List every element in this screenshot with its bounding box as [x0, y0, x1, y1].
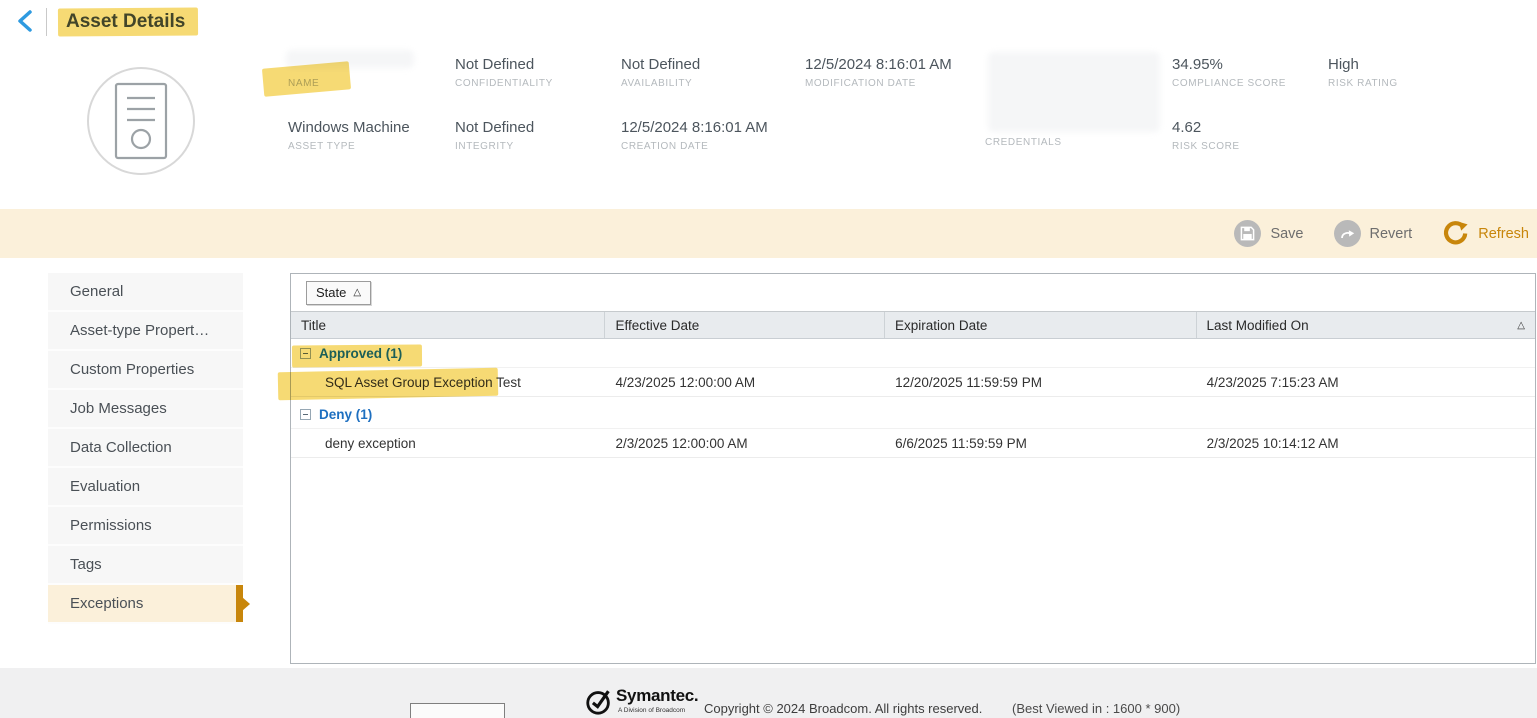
sidebar-item-exceptions[interactable]: Exceptions: [48, 585, 250, 624]
asset-details-sidebar: General Asset-type Propert… Custom Prope…: [48, 273, 250, 624]
collapse-group-icon[interactable]: [300, 347, 311, 359]
cell-last-modified-on: 4/23/2025 7:15:23 AM: [1206, 374, 1339, 390]
column-header-title[interactable]: Title: [291, 312, 606, 338]
sort-ascending-icon: △: [353, 286, 362, 298]
confidentiality-value: Not Defined: [455, 56, 535, 73]
sidebar-item-label: Exceptions: [70, 595, 144, 612]
risk-score-value: 4.62: [1172, 119, 1202, 136]
cutoff-element: [410, 703, 505, 718]
sidebar-item-label: Custom Properties: [70, 361, 195, 378]
sidebar-item-general[interactable]: General: [48, 273, 243, 312]
copyright-text: Copyright © 2024 Broadcom. All rights re…: [704, 701, 983, 716]
group-row-label: Approved (1): [319, 345, 403, 361]
cell-title: SQL Asset Group Exception Test: [325, 374, 521, 390]
modification-date-label: MODIFICATION DATE: [805, 78, 916, 89]
redacted-asset-name: [286, 50, 414, 68]
revert-button[interactable]: Revert: [1333, 220, 1413, 247]
availability-value: Not Defined: [621, 56, 701, 73]
exceptions-grid: State △ Title Effective Date Expiration …: [290, 273, 1536, 664]
sidebar-item-custom-properties[interactable]: Custom Properties: [48, 351, 243, 390]
cell-effective-date: 2/3/2025 12:00:00 AM: [615, 435, 748, 451]
sidebar-item-label: General: [70, 283, 124, 300]
symantec-logo: Symantec. A Division of Broadcom: [584, 686, 699, 718]
sidebar-item-data-collection[interactable]: Data Collection: [48, 429, 243, 468]
integrity-label: INTEGRITY: [455, 141, 514, 152]
page-title: Asset Details: [66, 11, 186, 32]
sidebar-item-permissions[interactable]: Permissions: [48, 507, 243, 546]
server-icon: [86, 67, 196, 180]
back-button[interactable]: [10, 8, 40, 38]
save-label: Save: [1270, 225, 1304, 242]
redacted-credentials: [988, 52, 1160, 132]
creation-date-label: CREATION DATE: [621, 141, 709, 152]
sidebar-item-label: Tags: [70, 556, 102, 573]
column-header-last-modified-on[interactable]: Last Modified On △: [1197, 312, 1535, 338]
asset-type-label: ASSET TYPE: [288, 141, 356, 152]
save-icon: [1234, 220, 1262, 247]
chevron-left-icon: [15, 9, 35, 38]
sidebar-item-asset-type-properties[interactable]: Asset-type Propert…: [48, 312, 243, 351]
refresh-button[interactable]: Refresh: [1442, 220, 1529, 247]
asset-details-screen: Asset Details NAME Windows Machine ASSET…: [0, 0, 1537, 718]
cell-expiration-date: 12/20/2025 11:59:59 PM: [895, 374, 1042, 390]
sort-ascending-icon: △: [1517, 319, 1525, 331]
confidentiality-label: CONFIDENTIALITY: [455, 78, 553, 89]
credentials-label: CREDENTIALS: [985, 137, 1062, 148]
sidebar-item-tags[interactable]: Tags: [48, 546, 243, 585]
group-row-approved[interactable]: Approved (1): [291, 339, 1535, 367]
sidebar-item-label: Data Collection: [70, 439, 172, 456]
risk-score-label: RISK SCORE: [1172, 141, 1240, 152]
group-row-label: Deny (1): [319, 406, 373, 422]
group-chip-label: State: [316, 284, 347, 300]
integrity-value: Not Defined: [455, 119, 535, 136]
grid-header-row: Title Effective Date Expiration Date Las…: [291, 312, 1535, 339]
creation-date-value: 12/5/2024 8:16:01 AM: [621, 119, 768, 136]
action-toolbar: Save Revert Refresh: [0, 209, 1537, 258]
exception-row-sql-asset-group-exception-test[interactable]: SQL Asset Group Exception Test 4/23/2025…: [291, 367, 1535, 397]
compliance-score-label: COMPLIANCE SCORE: [1172, 78, 1287, 89]
refresh-icon: [1442, 220, 1469, 247]
compliance-score-value: 34.95%: [1172, 56, 1223, 73]
brand-tagline: A Division of Broadcom: [618, 707, 686, 714]
collapse-group-icon[interactable]: [300, 408, 311, 420]
revert-icon: [1333, 220, 1361, 247]
exception-row-deny-exception[interactable]: deny exception 2/3/2025 12:00:00 AM 6/6/…: [291, 428, 1535, 458]
revert-label: Revert: [1369, 225, 1413, 242]
column-header-label: Expiration Date: [895, 317, 988, 333]
sidebar-item-evaluation[interactable]: Evaluation: [48, 468, 243, 507]
asset-avatar: [86, 66, 196, 181]
cell-expiration-date: 6/6/2025 11:59:59 PM: [895, 435, 1027, 451]
sidebar-item-job-messages[interactable]: Job Messages: [48, 390, 243, 429]
modification-date-value: 12/5/2024 8:16:01 AM: [805, 56, 952, 73]
title-divider: [46, 8, 47, 36]
sidebar-item-label: Evaluation: [70, 478, 141, 495]
cell-title: deny exception: [325, 435, 416, 451]
best-viewed-text: (Best Viewed in : 1600 * 900): [1012, 701, 1181, 716]
sidebar-item-label: Job Messages: [70, 400, 167, 417]
risk-rating-label: RISK RATING: [1328, 78, 1398, 89]
column-header-label: Last Modified On: [1206, 317, 1309, 333]
group-by-band: State △: [291, 274, 1535, 312]
save-button[interactable]: Save: [1234, 220, 1304, 247]
brand-name: Symantec.: [616, 686, 699, 705]
cell-effective-date: 4/23/2025 12:00:00 AM: [615, 374, 756, 390]
sidebar-item-label: Permissions: [70, 517, 152, 534]
column-header-label: Effective Date: [615, 317, 700, 333]
symantec-check-icon: [584, 686, 614, 718]
name-label: NAME: [288, 78, 320, 89]
column-header-label: Title: [301, 317, 327, 333]
column-header-effective-date[interactable]: Effective Date: [605, 312, 886, 338]
cell-last-modified-on: 2/3/2025 10:14:12 AM: [1206, 435, 1339, 451]
group-by-chip-state[interactable]: State △: [306, 280, 372, 305]
availability-label: AVAILABILITY: [621, 78, 693, 89]
group-row-deny[interactable]: Deny (1): [291, 400, 1535, 428]
sidebar-item-label: Asset-type Propert…: [70, 322, 210, 339]
risk-rating-value: High: [1328, 56, 1359, 73]
asset-type-value: Windows Machine: [288, 119, 410, 136]
refresh-label: Refresh: [1478, 225, 1529, 242]
column-header-expiration-date[interactable]: Expiration Date: [885, 312, 1197, 338]
